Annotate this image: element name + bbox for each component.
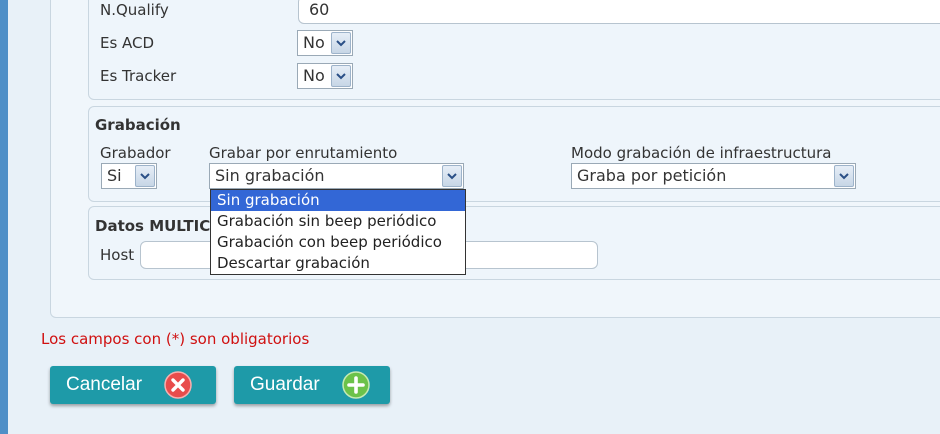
es-tracker-select[interactable]: No xyxy=(297,63,353,89)
infraestructura-label: Modo grabación de infraestructura xyxy=(571,144,832,162)
plus-circle-icon xyxy=(342,371,370,399)
dropdown-option[interactable]: Grabación con beep periódico xyxy=(211,232,465,253)
chevron-down-icon xyxy=(331,32,351,54)
es-acd-select[interactable]: No xyxy=(297,30,353,56)
cancel-button-label: Cancelar xyxy=(66,374,143,395)
dropdown-option[interactable]: Sin grabación xyxy=(211,190,465,211)
infraestructura-select[interactable]: Graba por petición xyxy=(571,163,856,189)
save-button-label: Guardar xyxy=(250,374,320,395)
cancel-button[interactable]: Cancelar xyxy=(50,366,216,404)
es-acd-label: Es ACD xyxy=(100,34,155,52)
dropdown-option[interactable]: Grabación sin beep periódico xyxy=(211,211,465,232)
enrutamiento-dropdown-list[interactable]: Sin grabación Grabación sin beep periódi… xyxy=(210,189,466,275)
grabador-label: Grabador xyxy=(100,144,171,162)
save-button[interactable]: Guardar xyxy=(234,366,390,404)
dropdown-option[interactable]: Descartar grabación xyxy=(211,253,465,274)
es-tracker-value: No xyxy=(303,66,325,85)
host-label: Host xyxy=(100,246,135,264)
nqualify-label: N.Qualify xyxy=(100,1,169,19)
grabador-value: Si xyxy=(107,166,122,185)
close-circle-icon xyxy=(164,371,192,399)
left-edge-strip xyxy=(0,0,8,434)
chevron-down-icon xyxy=(331,65,351,87)
enrutamiento-label: Grabar por enrutamiento xyxy=(209,144,398,162)
enrutamiento-value: Sin grabación xyxy=(215,166,325,185)
grabador-select[interactable]: Si xyxy=(101,163,157,189)
chevron-down-icon xyxy=(135,165,155,187)
infraestructura-value: Graba por petición xyxy=(577,166,727,185)
chevron-down-icon xyxy=(834,165,854,187)
enrutamiento-select[interactable]: Sin grabación xyxy=(209,163,464,189)
nqualify-input[interactable]: 60 xyxy=(298,0,940,24)
required-fields-note: Los campos con (*) son obligatorios xyxy=(41,330,310,348)
datos-legend: Datos MULTIC xyxy=(95,217,211,235)
chevron-down-icon xyxy=(442,165,462,187)
es-acd-value: No xyxy=(303,33,325,52)
grabacion-legend: Grabación xyxy=(95,116,181,134)
es-tracker-label: Es Tracker xyxy=(100,67,177,85)
